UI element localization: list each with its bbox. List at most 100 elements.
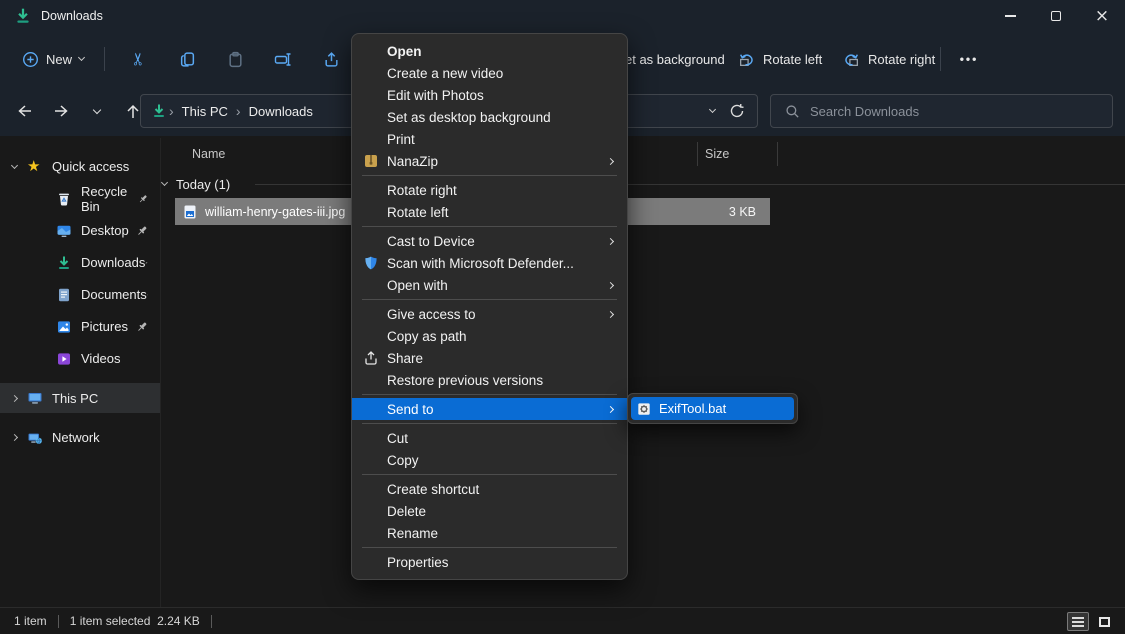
group-header-today[interactable]: Today (1) [162,172,230,196]
chevron-right-icon[interactable] [11,394,18,401]
menu-item-rename[interactable]: Rename [352,522,627,544]
paste-button[interactable] [216,42,254,76]
forward-button[interactable] [48,98,74,124]
rename-button[interactable] [264,42,302,76]
plus-circle-icon [22,51,39,68]
menu-item-nanazip[interactable]: NanaZip [352,150,627,172]
maximize-button[interactable] [1033,0,1079,32]
breadcrumb-this-pc[interactable]: This PC [176,104,234,119]
sidebar-item-desktop[interactable]: Desktop [0,216,160,245]
menu-item-print[interactable]: Print [352,128,627,150]
menu-item-restore-previous-versions[interactable]: Restore previous versions [352,369,627,391]
toolbar-divider [104,47,105,71]
refresh-icon[interactable] [729,103,745,119]
back-button[interactable] [12,98,38,124]
submenu-arrow-icon [607,237,614,244]
minimize-button[interactable] [987,0,1033,32]
sidebar-item-videos[interactable]: Videos [0,344,160,373]
chevron-down-icon[interactable] [11,161,18,168]
minimize-icon [1005,15,1016,16]
details-view-button[interactable] [1067,612,1089,631]
menu-item-edit-with-photos[interactable]: Edit with Photos [352,84,627,106]
share-button[interactable] [312,42,350,76]
sidebar-item-recycle-bin[interactable]: Recycle Bin [0,184,160,213]
sidebar-item-documents[interactable]: Documents [0,280,160,309]
sidebar-item-label: Pictures [81,319,128,334]
menu-item-delete[interactable]: Delete [352,500,627,522]
menu-item-create-shortcut[interactable]: Create shortcut [352,478,627,500]
downloads-folder-icon [151,103,167,119]
close-button[interactable]: × [1079,0,1125,32]
menu-item-copy[interactable]: Copy [352,449,627,471]
desktop-icon [56,223,72,239]
menu-item-give-access-to[interactable]: Give access to [352,303,627,325]
menu-item-properties[interactable]: Properties [352,551,627,573]
batch-file-icon [637,402,651,416]
cut-button[interactable]: ✂ [120,42,158,76]
group-label: Today (1) [176,177,230,192]
menu-item-open[interactable]: Open [352,40,627,62]
network-icon [27,430,43,446]
menu-item-label: Rename [387,526,438,541]
sidebar-item-pictures[interactable]: Pictures [0,312,160,341]
set-as-background-button[interactable]: et as background [625,34,725,84]
address-dropdown-icon[interactable] [709,106,716,113]
pin-icon [147,289,148,301]
downloads-icon [56,255,72,271]
status-divider [58,615,59,628]
selection-info: 1 item selected 2.24 KB [70,614,200,628]
menu-item-rotate-right[interactable]: Rotate right [352,179,627,201]
search-input[interactable] [810,104,1080,119]
file-explorer-window: Downloads × New ✂ [0,0,1125,634]
thumbnail-view-icon [1099,617,1110,627]
sidebar-item-downloads[interactable]: Downloads [0,248,160,277]
rotate-right-button[interactable]: Rotate right [843,34,935,84]
item-count: 1 item [14,614,47,628]
column-divider[interactable] [777,142,778,166]
submenu-item-label: ExifTool.bat [659,401,726,416]
menu-separator [362,175,617,176]
toolbar-divider [940,47,941,71]
breadcrumb-separator-icon: › [234,103,243,119]
column-header-name[interactable]: Name [192,147,225,161]
menu-item-create-a-new-video[interactable]: Create a new video [352,62,627,84]
pin-icon [145,257,148,269]
sidebar-item-label: Quick access [52,159,129,174]
rotate-right-label: Rotate right [868,52,935,67]
breadcrumb-downloads[interactable]: Downloads [243,104,319,119]
menu-item-scan-with-defender[interactable]: Scan with Microsoft Defender... [352,252,627,274]
menu-item-copy-as-path[interactable]: Copy as path [352,325,627,347]
menu-item-cut[interactable]: Cut [352,427,627,449]
copy-icon [179,51,196,68]
sidebar-item-this-pc[interactable]: This PC [0,383,160,413]
submenu-arrow-icon [607,157,614,164]
menu-item-label: Delete [387,504,426,519]
sidebar-item-label: This PC [52,391,98,406]
copy-button[interactable] [168,42,206,76]
chevron-right-icon[interactable] [11,434,18,441]
sidebar-item-network[interactable]: Network [0,423,160,452]
column-divider[interactable] [697,142,698,166]
sidebar-item-quick-access[interactable]: ★ Quick access [0,152,160,181]
rotate-left-button[interactable]: Rotate left [738,34,822,84]
new-button[interactable]: New [12,45,94,74]
menu-item-send-to[interactable]: Send to [352,398,627,420]
group-collapse-icon[interactable] [161,179,168,186]
menu-item-label: Cast to Device [387,234,475,249]
column-header-size[interactable]: Size [705,147,729,161]
submenu-item-exiftool-bat[interactable]: ExifTool.bat [631,397,794,420]
menu-item-open-with[interactable]: Open with [352,274,627,296]
thumbnail-view-button[interactable] [1093,612,1115,631]
window-controls: × [987,0,1125,32]
search-box[interactable] [770,94,1113,128]
sidebar-item-label: Network [52,430,100,445]
menu-item-label: Give access to [387,307,476,322]
menu-item-rotate-left[interactable]: Rotate left [352,201,627,223]
rotate-left-icon [738,51,755,68]
recent-locations-button[interactable] [84,98,110,124]
status-bar: 1 item 1 item selected 2.24 KB [0,607,1125,634]
more-options-button[interactable]: ••• [952,34,986,84]
menu-item-set-as-desktop-background[interactable]: Set as desktop background [352,106,627,128]
menu-item-cast-to-device[interactable]: Cast to Device [352,230,627,252]
menu-item-share[interactable]: Share [352,347,627,369]
